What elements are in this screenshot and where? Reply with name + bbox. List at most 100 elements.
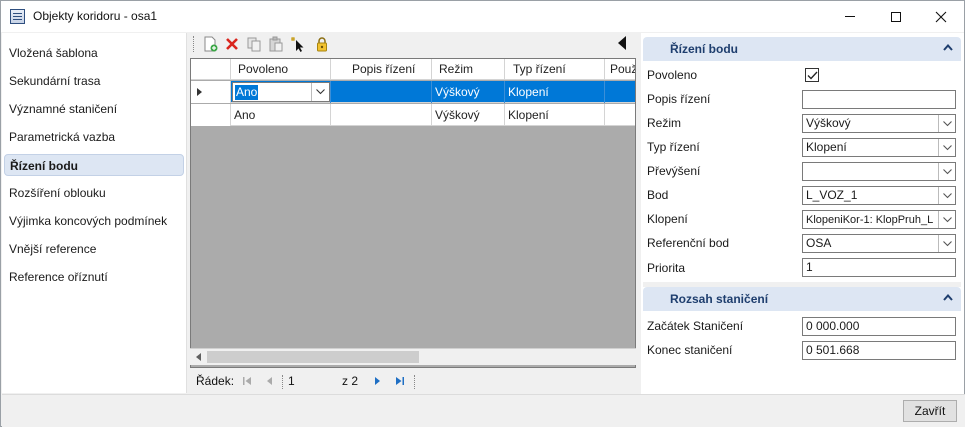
previous-icon: [267, 377, 272, 385]
previous-row-button[interactable]: [261, 372, 279, 390]
column-header-rezim[interactable]: Režim: [432, 59, 505, 80]
bod-select[interactable]: L_VOZ_1: [802, 186, 956, 205]
povoleno-cell-dropdown[interactable]: Ano: [232, 82, 330, 102]
row-pointer-icon: [197, 88, 202, 96]
first-row-button[interactable]: [238, 372, 256, 390]
delete-icon: [226, 38, 238, 50]
chevron-down-icon[interactable]: [938, 211, 955, 228]
priorita-field[interactable]: 1: [802, 258, 956, 277]
current-row-input[interactable]: 1: [288, 374, 338, 389]
prevyseni-label: Převýšení: [647, 164, 701, 178]
klopeni-select[interactable]: KlopeniKor-1: KlopPruh_L: [802, 210, 956, 229]
priorita-label: Priorita: [647, 261, 686, 275]
klopeni-label: Klopení: [647, 212, 688, 226]
next-row-button[interactable]: [368, 372, 386, 390]
lock-button[interactable]: [313, 35, 331, 53]
collapse-up-icon[interactable]: [943, 43, 953, 54]
sidebar-item-parametricka-vazba[interactable]: Parametrická vazba: [4, 126, 184, 148]
sidebar-item-rizeni-bodu[interactable]: Řízení bodu: [4, 154, 184, 176]
chevron-down-icon[interactable]: [938, 187, 955, 204]
row-indicator[interactable]: [191, 104, 231, 126]
sidebar-nav: Vložená šablona Sekundární trasa Významn…: [2, 33, 186, 393]
chevron-down-icon[interactable]: [938, 115, 955, 132]
last-page-icon: [396, 377, 404, 385]
checkmark-icon: [807, 71, 817, 79]
prevyseni-select[interactable]: [802, 162, 956, 181]
horizontal-scrollbar[interactable]: [190, 348, 817, 365]
control-grid: Povoleno Popis řízení Režim Typ řízení P…: [190, 58, 636, 368]
chevron-down-icon[interactable]: [938, 139, 955, 156]
cell-popis[interactable]: [331, 104, 432, 126]
select-icon: [291, 37, 304, 52]
row-header-corner: [191, 59, 231, 80]
column-header-povoleno[interactable]: Povoleno: [231, 59, 331, 80]
chevron-down-icon[interactable]: [938, 235, 955, 252]
sidebar-item-sekundarni-trasa[interactable]: Sekundární trasa: [4, 70, 184, 92]
sidebar-item-reference-oriznuti[interactable]: Reference oříznutí: [4, 266, 184, 288]
new-row-button[interactable]: [201, 35, 219, 53]
konec-staniceni-field[interactable]: 0 501.668: [802, 341, 956, 360]
sidebar-item-vnejsi-reference[interactable]: Vnější reference: [4, 238, 184, 260]
splitter[interactable]: [186, 33, 187, 393]
paste-icon: [269, 36, 283, 52]
column-header-typ[interactable]: Typ řízení: [505, 59, 605, 80]
maximize-button[interactable]: [873, 1, 919, 32]
select-button[interactable]: [289, 35, 307, 53]
delete-button[interactable]: [223, 35, 241, 53]
section-header-rizeni-bodu[interactable]: Řízení bodu: [643, 37, 961, 61]
column-header-popis[interactable]: Popis řízení: [331, 59, 432, 80]
refbod-value: OSA: [806, 236, 832, 250]
povoleno-label: Povoleno: [647, 68, 698, 82]
column-header-pouz[interactable]: Použ: [605, 59, 635, 80]
sidebar-item-vyjimka-koncovych-podminek[interactable]: Výjimka koncových podmínek: [4, 210, 184, 232]
cell-rezim[interactable]: Výškový: [432, 104, 505, 126]
close-icon: [935, 11, 947, 22]
table-row[interactable]: Ano Výškový Klopení: [191, 104, 635, 126]
paste-button[interactable]: [267, 35, 285, 53]
cell-rezim[interactable]: Výškový: [432, 81, 505, 103]
table-row[interactable]: Výškový Klopení Ano: [191, 81, 635, 103]
close-button[interactable]: Zavřít: [903, 400, 957, 422]
grid-toolbar: [191, 33, 635, 55]
cell-pouz[interactable]: [605, 81, 635, 103]
chevron-down-icon[interactable]: [311, 83, 329, 101]
chevron-down-icon[interactable]: [938, 163, 955, 180]
popis-field[interactable]: [802, 90, 956, 109]
pager-label: Řádek:: [196, 374, 235, 388]
collapse-up-icon[interactable]: [943, 293, 953, 304]
app-icon: [10, 9, 25, 24]
bod-label: Bod: [647, 188, 669, 202]
minimize-button[interactable]: [827, 1, 873, 32]
refbod-select[interactable]: OSA: [802, 234, 956, 253]
dialog-window: Objekty koridoru - osa1 Vložená šablona …: [0, 0, 965, 427]
row-navigator: Řádek: 1 z 2: [190, 370, 636, 393]
rezim-select[interactable]: Výškový: [802, 114, 956, 133]
row-total: z 2: [342, 374, 359, 388]
zacatek-staniceni-field[interactable]: 0 000.000: [802, 317, 956, 336]
pager-separator: [282, 375, 284, 389]
povoleno-checkbox[interactable]: [805, 68, 819, 82]
collapse-panel-arrow-icon[interactable]: [618, 36, 626, 50]
konec-label: Konec staničení: [647, 343, 733, 357]
grid-header: Povoleno Popis řízení Režim Typ řízení P…: [191, 59, 635, 80]
typ-select[interactable]: Klopení: [802, 138, 956, 157]
typ-label: Typ řízení: [647, 140, 700, 154]
povoleno-cell-value[interactable]: Ano: [235, 85, 259, 100]
section-header-rozsah-staniceni[interactable]: Rozsah staničení: [643, 287, 961, 311]
close-window-button[interactable]: [918, 1, 964, 32]
cell-pouz[interactable]: [605, 104, 635, 126]
next-icon: [375, 377, 380, 385]
scroll-left-icon[interactable]: [196, 353, 201, 361]
last-row-button[interactable]: [391, 372, 409, 390]
window-title: Objekty koridoru - osa1: [33, 9, 158, 23]
cell-povoleno[interactable]: Ano: [231, 104, 331, 126]
sidebar-item-rozsireni-oblouku[interactable]: Rozšíření oblouku: [4, 182, 184, 204]
sidebar-item-vlozena-sablona[interactable]: Vložená šablona: [4, 42, 184, 64]
scroll-thumb[interactable]: [207, 351, 419, 363]
cell-popis[interactable]: [331, 81, 432, 103]
copy-button[interactable]: [245, 35, 263, 53]
cell-typ[interactable]: Klopení: [505, 104, 605, 126]
sidebar-item-vyznamne-staniceni[interactable]: Významné staničení: [4, 98, 184, 120]
cell-typ[interactable]: Klopení: [505, 81, 605, 103]
row-indicator[interactable]: [191, 81, 231, 103]
